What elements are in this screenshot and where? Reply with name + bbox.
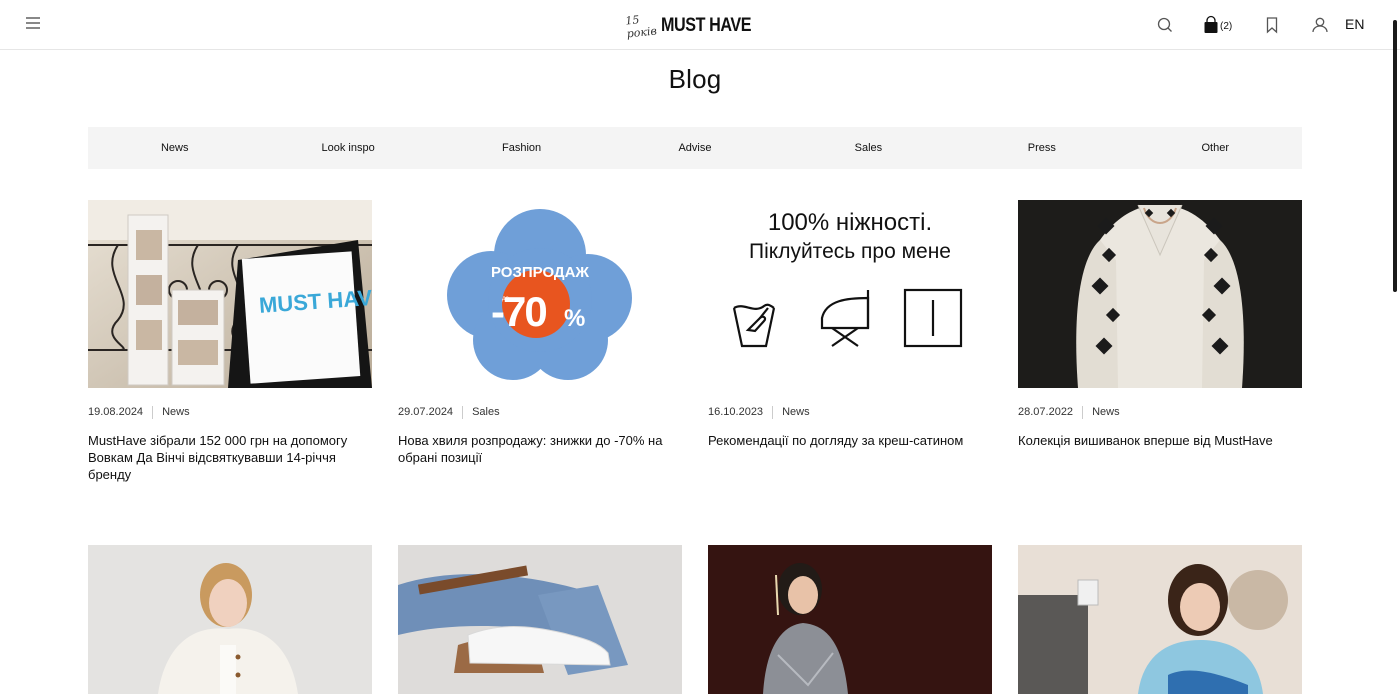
post-image-knit-cardigan[interactable] bbox=[88, 545, 372, 694]
blog-post-card[interactable]: MUST HAVE 19.08.2024 News MustHave зібра… bbox=[88, 200, 372, 483]
care-line-1: 100% ніжності. bbox=[768, 209, 932, 236]
care-line-2: Піклуйтесь про мене bbox=[749, 240, 951, 263]
page-scrollbar[interactable] bbox=[1393, 20, 1397, 292]
meta-divider bbox=[1082, 405, 1084, 419]
blog-post-card[interactable]: 100% ніжності. Піклуйтесь про мене 16.10… bbox=[708, 200, 992, 449]
menu-icon[interactable] bbox=[26, 17, 40, 29]
sale-percent: -70 bbox=[491, 288, 546, 335]
post-title[interactable]: Колекція вишиванок вперше від MustHave bbox=[1018, 432, 1302, 449]
post-category[interactable]: News bbox=[1092, 406, 1120, 418]
post-image-sale[interactable]: РОЗПРОДАЖ до -70 % bbox=[398, 200, 682, 388]
site-header: 15 років MUST HAVE (2) EN bbox=[0, 0, 1400, 50]
logo-script: 15 років bbox=[624, 13, 658, 41]
post-image-sequin-dress[interactable] bbox=[708, 545, 992, 694]
post-title[interactable]: Рекомендації по догляду за креш-сатином bbox=[708, 432, 992, 449]
post-date: 28.07.2022 bbox=[1018, 406, 1074, 418]
blog-post-card[interactable]: 28.07.2022 News Колекція вишиванок вперш… bbox=[1018, 200, 1302, 449]
post-meta: 19.08.2024 News bbox=[88, 405, 372, 419]
page-title: Blog bbox=[668, 64, 722, 94]
post-title[interactable]: MustHave зібрали 152 000 грн на допомогу… bbox=[88, 432, 372, 483]
post-meta: 16.10.2023 News bbox=[708, 405, 992, 419]
search-icon[interactable] bbox=[1156, 14, 1174, 36]
post-title[interactable]: Нова хвиля розпродажу: знижки до -70% на… bbox=[398, 432, 682, 466]
brand-logo[interactable]: 15 років MUST HAVE bbox=[624, 12, 766, 41]
bookmark-icon[interactable] bbox=[1265, 14, 1279, 36]
cart-icon[interactable] bbox=[1203, 14, 1219, 36]
post-category[interactable]: News bbox=[162, 406, 190, 418]
tab-advise[interactable]: Advise bbox=[608, 142, 781, 154]
sale-percent-sign: % bbox=[564, 305, 585, 332]
blog-category-tabs: News Look inspo Fashion Advise Sales Pre… bbox=[88, 127, 1302, 169]
sale-label: РОЗПРОДАЖ bbox=[491, 264, 589, 281]
post-image-embroidered-shirt[interactable] bbox=[1018, 200, 1302, 388]
meta-divider bbox=[462, 405, 464, 419]
language-switch[interactable]: EN bbox=[1345, 16, 1364, 32]
tab-press[interactable]: Press bbox=[955, 142, 1128, 154]
post-category[interactable]: News bbox=[782, 406, 810, 418]
tab-news[interactable]: News bbox=[88, 142, 261, 154]
meta-divider bbox=[152, 405, 154, 419]
post-image-white-sneakers[interactable] bbox=[398, 545, 682, 694]
meta-divider bbox=[772, 405, 774, 419]
post-category[interactable]: Sales bbox=[472, 406, 500, 418]
post-image-care-instructions[interactable]: 100% ніжності. Піклуйтесь про мене bbox=[708, 200, 992, 388]
tab-look-inspo[interactable]: Look inspo bbox=[261, 142, 434, 154]
post-meta: 29.07.2024 Sales bbox=[398, 405, 682, 419]
tab-other[interactable]: Other bbox=[1129, 142, 1302, 154]
post-date: 19.08.2024 bbox=[88, 406, 144, 418]
tab-sales[interactable]: Sales bbox=[782, 142, 955, 154]
account-icon[interactable] bbox=[1311, 14, 1329, 36]
post-date: 16.10.2023 bbox=[708, 406, 764, 418]
post-date: 29.07.2024 bbox=[398, 406, 454, 418]
cart-count[interactable]: (2) bbox=[1220, 21, 1232, 32]
post-meta: 28.07.2022 News bbox=[1018, 405, 1302, 419]
blog-post-card[interactable]: РОЗПРОДАЖ до -70 % 29.07.2024 Sales Нова… bbox=[398, 200, 682, 466]
post-image-charity-event[interactable]: MUST HAVE bbox=[88, 200, 372, 388]
post-image-colorful-shirt[interactable] bbox=[1018, 545, 1302, 694]
tab-fashion[interactable]: Fashion bbox=[435, 142, 608, 154]
logo-text: MUST HAVE bbox=[661, 15, 752, 36]
